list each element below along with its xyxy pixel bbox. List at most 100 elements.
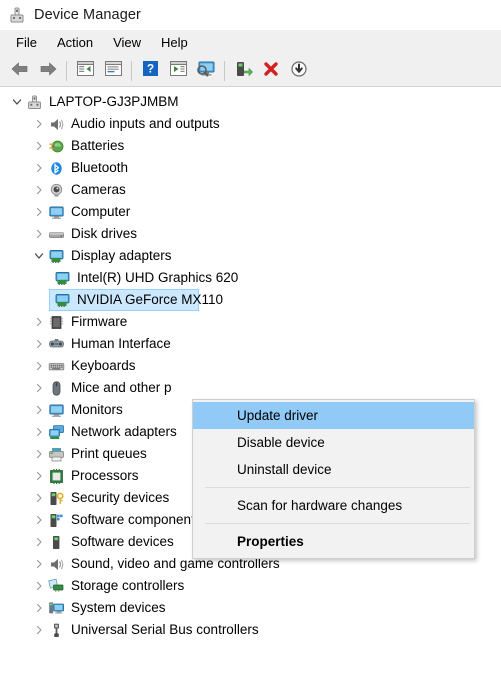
printer-icon	[47, 445, 65, 463]
tree-item-label: Keyboards	[71, 358, 136, 373]
tree-item-laptop-root[interactable]: LAPTOP-GJ3PJMBM	[1, 91, 501, 113]
toolbar: ?	[0, 56, 501, 87]
context-disable-device[interactable]: Disable device	[193, 429, 474, 456]
scan-monitor-icon	[195, 60, 217, 83]
monitor-icon	[47, 203, 65, 221]
toolbar-action-pane-button[interactable]	[164, 58, 192, 84]
tree-item-label: Disk drives	[71, 226, 138, 241]
toolbar-update-driver-button[interactable]	[229, 58, 257, 84]
tree-item-label: Network adapters	[71, 424, 177, 439]
uninstall-red-x-icon	[262, 60, 280, 83]
toolbar-help-button[interactable]: ?	[136, 58, 164, 84]
chevron-right-icon[interactable]	[31, 157, 47, 179]
chevron-right-icon[interactable]	[31, 509, 47, 531]
tree-item-computer[interactable]: Computer	[1, 201, 501, 223]
computer-root-icon	[25, 93, 43, 111]
chevron-right-icon[interactable]	[31, 179, 47, 201]
window-title: Device Manager	[34, 7, 141, 23]
toolbar-console-tree-button[interactable]	[71, 58, 99, 84]
tree-item-label: Cameras	[71, 182, 126, 197]
context-menu-separator	[205, 487, 470, 488]
menu-help[interactable]: Help	[151, 32, 198, 53]
chevron-down-icon[interactable]	[31, 245, 47, 267]
device-manager-window: Device Manager File Action View Help ? L…	[0, 0, 501, 682]
toolbar-uninstall-device-button[interactable]	[257, 58, 285, 84]
tree-item-label: Firmware	[71, 314, 128, 329]
tree-item-keyboards[interactable]: Keyboards	[1, 355, 501, 377]
tree-item-label: Intel(R) UHD Graphics 620	[77, 270, 239, 285]
show-hide-console-tree-icon	[76, 60, 95, 82]
tree-item-disk-drives[interactable]: Disk drives	[1, 223, 501, 245]
toolbar-back-button[interactable]	[6, 58, 34, 84]
chevron-right-icon[interactable]	[31, 113, 47, 135]
disable-download-arrow-icon	[290, 60, 308, 83]
tree-item-cameras[interactable]: Cameras	[1, 179, 501, 201]
help-question-icon: ?	[141, 60, 160, 82]
chevron-right-icon[interactable]	[31, 443, 47, 465]
toolbar-forward-button[interactable]	[34, 58, 62, 84]
toolbar-scan-hardware-button[interactable]	[192, 58, 220, 84]
device-tree-panel[interactable]: LAPTOP-GJ3PJMBM Audio inputs and outputs	[0, 87, 501, 682]
tree-item-system-devices[interactable]: System devices	[1, 597, 501, 619]
chevron-right-icon[interactable]	[31, 619, 47, 641]
tree-item-label: Universal Serial Bus controllers	[71, 622, 259, 637]
tree-item-label: Batteries	[71, 138, 125, 153]
svg-text:?: ?	[146, 62, 153, 76]
tree-item-batteries[interactable]: Batteries	[1, 135, 501, 157]
properties-window-icon	[104, 60, 123, 82]
battery-icon	[47, 137, 65, 155]
tree-item-label: Storage controllers	[71, 578, 185, 593]
tree-item-display-adapters[interactable]: Display adapters	[1, 245, 501, 267]
tree-item-intel-uhd-graphics-620[interactable]: Intel(R) UHD Graphics 620	[1, 267, 501, 289]
tree-item-label: LAPTOP-GJ3PJMBM	[49, 94, 179, 109]
tree-item-label: Software devices	[71, 534, 174, 549]
security-device-icon	[47, 489, 65, 507]
menu-action[interactable]: Action	[47, 32, 103, 53]
menu-file[interactable]: File	[6, 32, 47, 53]
tree-item-firmware[interactable]: Firmware	[1, 311, 501, 333]
display-adapter-icon	[53, 291, 71, 309]
chevron-right-icon[interactable]	[31, 399, 47, 421]
tree-item-human-interface-devices[interactable]: Human Interface	[1, 333, 501, 355]
chevron-right-icon[interactable]	[31, 465, 47, 487]
chevron-down-icon[interactable]	[9, 91, 25, 113]
context-menu-separator	[205, 523, 470, 524]
tree-item-label: System devices	[71, 600, 166, 615]
chevron-right-icon[interactable]	[31, 201, 47, 223]
context-update-driver[interactable]: Update driver	[193, 402, 474, 429]
tree-item-storage-controllers[interactable]: Storage controllers	[1, 575, 501, 597]
toolbar-properties-button[interactable]	[99, 58, 127, 84]
context-scan-hardware-changes[interactable]: Scan for hardware changes	[193, 492, 474, 519]
chevron-right-icon[interactable]	[31, 333, 47, 355]
tree-item-bluetooth[interactable]: Bluetooth	[1, 157, 501, 179]
context-uninstall-device[interactable]: Uninstall device	[193, 456, 474, 483]
chevron-right-icon[interactable]	[31, 223, 47, 245]
tree-item-mice-and-other-pointing-devices[interactable]: Mice and other p	[1, 377, 501, 399]
software-component-icon	[47, 511, 65, 529]
chevron-right-icon[interactable]	[31, 575, 47, 597]
chevron-right-icon[interactable]	[31, 377, 47, 399]
chevron-right-icon[interactable]	[31, 487, 47, 509]
toolbar-disable-device-button[interactable]	[285, 58, 313, 84]
tree-item-audio-inputs-and-outputs[interactable]: Audio inputs and outputs	[1, 113, 501, 135]
monitor-icon	[47, 401, 65, 419]
tree-item-nvidia-geforce-mx110[interactable]: NVIDIA GeForce MX110	[1, 289, 501, 311]
network-adapter-icon	[47, 423, 65, 441]
chevron-right-icon[interactable]	[31, 311, 47, 333]
chevron-right-icon[interactable]	[31, 355, 47, 377]
menu-view[interactable]: View	[103, 32, 151, 53]
tree-item-label: Print queues	[71, 446, 147, 461]
chevron-right-icon[interactable]	[31, 135, 47, 157]
device-manager-icon	[8, 6, 26, 24]
chevron-right-icon[interactable]	[31, 553, 47, 575]
context-properties[interactable]: Properties	[193, 528, 474, 555]
chevron-right-icon[interactable]	[31, 421, 47, 443]
bluetooth-icon	[47, 159, 65, 177]
chevron-right-icon[interactable]	[31, 597, 47, 619]
disk-drive-icon	[47, 225, 65, 243]
tree-item-label: Human Interface	[71, 336, 171, 351]
chevron-right-icon[interactable]	[31, 531, 47, 553]
firmware-chip-icon	[47, 313, 65, 331]
tree-item-universal-serial-bus-controllers[interactable]: Universal Serial Bus controllers	[1, 619, 501, 641]
system-device-icon	[47, 599, 65, 617]
